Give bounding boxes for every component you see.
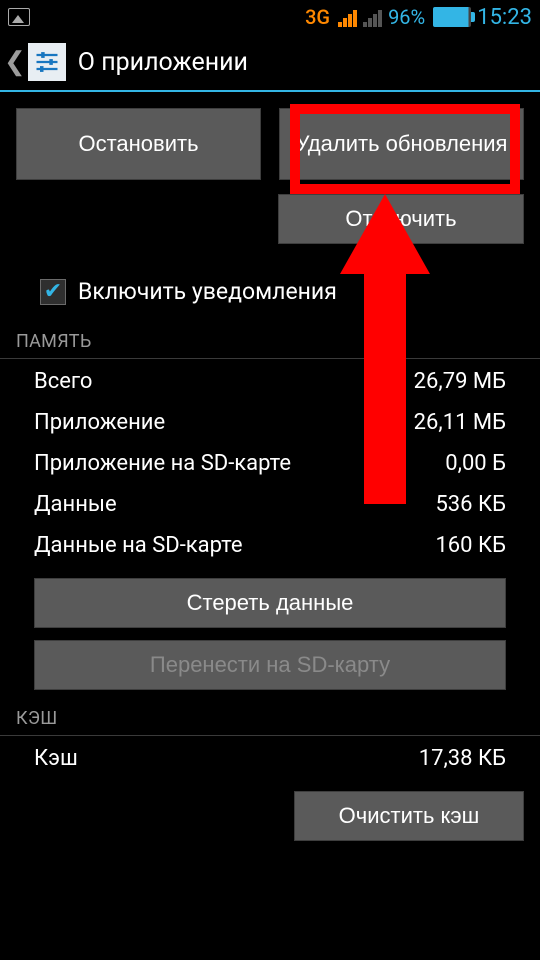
cache-label: Кэш (34, 746, 78, 771)
delete-updates-button[interactable]: Удалить обновления (279, 108, 524, 180)
title-bar[interactable]: ❮ О приложении (0, 34, 540, 92)
notifications-checkbox[interactable]: ✔ (40, 279, 66, 305)
signal-bars-icon (338, 7, 357, 27)
settings-icon[interactable] (28, 43, 66, 81)
memory-row: Данные 536 КБ (0, 484, 540, 525)
clear-cache-button[interactable]: Очистить кэш (294, 791, 524, 841)
notifications-label: Включить уведомления (78, 278, 337, 305)
memory-section-header: ПАМЯТЬ (0, 323, 540, 359)
memory-row: Приложение на SD-карте 0,00 Б (0, 443, 540, 484)
battery-percentage: 96% (388, 5, 425, 29)
cache-list: Кэш 17,38 КБ (0, 736, 540, 785)
memory-row: Данные на SD-карте 160 КБ (0, 525, 540, 566)
page-title: О приложении (78, 48, 248, 77)
clear-data-button[interactable]: Стереть данные (34, 578, 506, 628)
memory-data-label: Данные (34, 492, 117, 517)
memory-data-sd-label: Данные на SD-карте (34, 533, 243, 558)
cache-section-header: КЭШ (0, 700, 540, 736)
battery-icon (433, 7, 471, 27)
memory-list: Всего 26,79 МБ Приложение 26,11 МБ Прило… (0, 359, 540, 572)
memory-data-value: 536 КБ (435, 492, 506, 517)
stop-button[interactable]: Остановить (16, 108, 261, 180)
memory-row: Всего 26,79 МБ (0, 361, 540, 402)
disable-button[interactable]: Отключить (278, 194, 524, 244)
signal-bars-secondary-icon (363, 7, 382, 27)
memory-app-sd-value: 0,00 Б (445, 451, 506, 476)
move-to-sd-button: Перенести на SD-карту (34, 640, 506, 690)
memory-total-label: Всего (34, 369, 92, 394)
cache-value: 17,38 КБ (419, 746, 506, 771)
memory-app-sd-label: Приложение на SD-карте (34, 451, 291, 476)
image-icon (8, 8, 30, 26)
clock: 15:23 (477, 5, 532, 30)
back-chevron-icon[interactable]: ❮ (4, 47, 28, 77)
notifications-row[interactable]: ✔ Включить уведомления (0, 258, 540, 323)
memory-data-sd-value: 160 КБ (435, 533, 506, 558)
memory-total-value: 26,79 МБ (414, 369, 506, 394)
memory-app-label: Приложение (34, 410, 165, 435)
cache-row: Кэш 17,38 КБ (0, 738, 540, 779)
network-3g-label: 3G (305, 5, 330, 29)
memory-app-value: 26,11 МБ (414, 410, 506, 435)
checkmark-icon: ✔ (44, 281, 62, 303)
memory-row: Приложение 26,11 МБ (0, 402, 540, 443)
status-bar: 3G 96% 15:23 (0, 0, 540, 34)
